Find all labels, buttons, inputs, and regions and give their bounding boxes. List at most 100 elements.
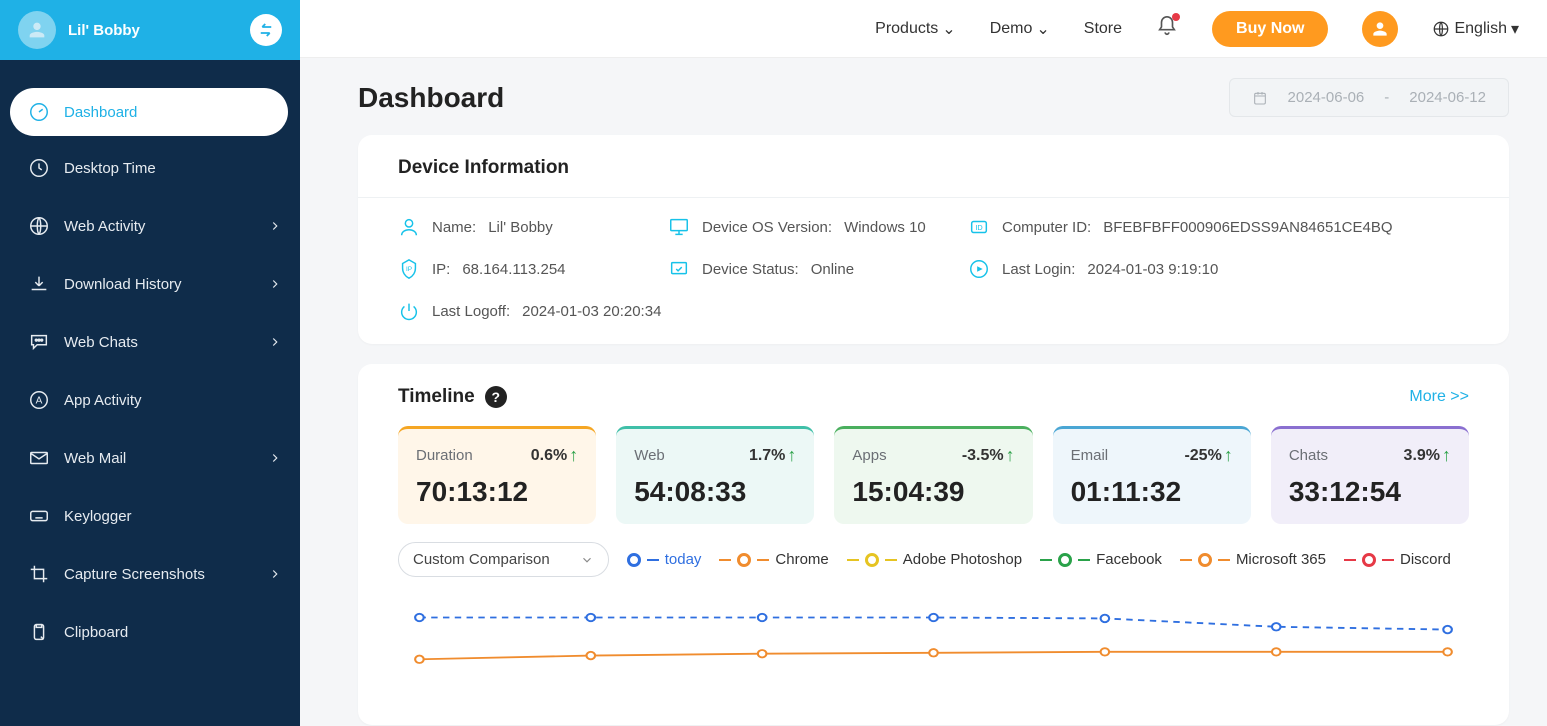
power-icon — [398, 300, 420, 322]
dropdown-label: Custom Comparison — [413, 551, 550, 568]
sidebar-item-download-history[interactable]: Download History — [0, 258, 300, 310]
topbar: Products ⌄ Demo ⌄ Store Buy Now English … — [300, 0, 1547, 58]
device-status: Device Status: Online — [668, 258, 958, 280]
content: Dashboard 2024-06-06 - 2024-06-12 Device… — [300, 58, 1547, 726]
legend-ms365[interactable]: Microsoft 365 — [1180, 551, 1326, 568]
stat-apps[interactable]: Apps-3.5% ↑ 15:04:39 — [834, 426, 1032, 524]
sidebar-item-clipboard[interactable]: Clipboard — [0, 606, 300, 658]
sidebar-item-keylogger[interactable]: Keylogger — [0, 490, 300, 542]
sidebar-item-label: Web Mail — [64, 450, 254, 467]
crop-icon — [28, 563, 50, 585]
main: Products ⌄ Demo ⌄ Store Buy Now English … — [300, 0, 1547, 726]
label: Computer ID: — [1002, 219, 1091, 236]
sidebar-item-label: Web Activity — [64, 218, 254, 235]
date-range-picker[interactable]: 2024-06-06 - 2024-06-12 — [1229, 78, 1509, 117]
stat-duration[interactable]: Duration 0.6% ↑ 70:13:12 — [398, 426, 596, 524]
stat-email[interactable]: Email-25% ↑ 01:11:32 — [1053, 426, 1251, 524]
arrow-up-icon: ↑ — [1442, 445, 1451, 466]
gauge-icon — [28, 101, 50, 123]
sidebar-item-label: Web Chats — [64, 334, 254, 351]
sidebar: Lil' Bobby Dashboard Desktop Time Web Ac… — [0, 0, 300, 726]
stat-chats[interactable]: Chats3.9% ↑ 33:12:54 — [1271, 426, 1469, 524]
device-last-login: Last Login: 2024-01-03 9:19:10 — [968, 258, 1469, 280]
account-button[interactable] — [1362, 11, 1398, 47]
stat-name: Email — [1071, 447, 1109, 464]
app-icon: A — [28, 389, 50, 411]
nav-label: Products — [875, 20, 938, 38]
chevron-right-icon — [268, 219, 282, 233]
sidebar-item-web-activity[interactable]: Web Activity — [0, 200, 300, 252]
stat-pct: 0.6% — [531, 447, 567, 465]
label: IP: — [432, 261, 450, 278]
current-user-name: Lil' Bobby — [68, 22, 238, 39]
legend-label: Facebook — [1096, 551, 1162, 568]
ip-icon: IP — [398, 258, 420, 280]
date-from: 2024-06-06 — [1288, 89, 1365, 106]
legend-discord[interactable]: Discord — [1344, 551, 1451, 568]
stat-pct: -3.5% — [962, 447, 1004, 465]
stat-name: Duration — [416, 447, 473, 464]
sidebar-item-label: Dashboard — [64, 104, 270, 121]
stat-web[interactable]: Web1.7% ↑ 54:08:33 — [616, 426, 814, 524]
chevron-right-icon — [268, 335, 282, 349]
clock-icon — [28, 157, 50, 179]
chevron-down-icon: ⌄ — [1036, 19, 1049, 39]
label: Device Status: — [702, 261, 799, 278]
id-icon: ID — [968, 216, 990, 238]
help-icon[interactable]: ? — [485, 386, 507, 408]
stat-pct: 3.9% — [1404, 447, 1440, 465]
chevron-right-icon — [268, 277, 282, 291]
svg-text:ID: ID — [975, 223, 982, 232]
stat-name: Chats — [1289, 447, 1328, 464]
nav-demo[interactable]: Demo ⌄ — [990, 19, 1050, 39]
more-link[interactable]: More >> — [1409, 388, 1469, 406]
legend-chrome[interactable]: Chrome — [719, 551, 828, 568]
play-icon — [968, 258, 990, 280]
sidebar-item-desktop-time[interactable]: Desktop Time — [0, 142, 300, 194]
sidebar-item-web-chats[interactable]: Web Chats — [0, 316, 300, 368]
legend-facebook[interactable]: Facebook — [1040, 551, 1162, 568]
stat-name: Web — [634, 447, 665, 464]
nav-store[interactable]: Store — [1084, 20, 1122, 38]
value: BFEBFBFF000906EDSS9AN84651CE4BQ — [1103, 219, 1392, 236]
label: Last Logoff: — [432, 303, 510, 320]
chevron-down-icon — [580, 553, 594, 567]
swap-account-button[interactable] — [250, 14, 282, 46]
nav-label: Store — [1084, 20, 1122, 38]
language-dropdown[interactable]: English ▾ — [1432, 19, 1519, 39]
stat-value: 54:08:33 — [634, 476, 796, 508]
sidebar-item-label: App Activity — [64, 392, 282, 409]
legend-photoshop[interactable]: Adobe Photoshop — [847, 551, 1022, 568]
card-title: Timeline — [398, 386, 475, 408]
value: Online — [811, 261, 854, 278]
sidebar-item-label: Capture Screenshots — [64, 566, 254, 583]
value: 2024-01-03 20:20:34 — [522, 303, 661, 320]
sidebar-item-capture-screenshots[interactable]: Capture Screenshots — [0, 548, 300, 600]
globe-icon — [1432, 20, 1450, 38]
arrow-up-icon: ↑ — [569, 445, 578, 466]
sidebar-item-web-mail[interactable]: Web Mail — [0, 432, 300, 484]
label: Name: — [432, 219, 476, 236]
legend-today[interactable]: today — [627, 551, 702, 568]
device-os: Device OS Version: Windows 10 — [668, 216, 958, 238]
stat-value: 01:11:32 — [1071, 476, 1233, 508]
chevron-right-icon — [268, 451, 282, 465]
sidebar-item-label: Keylogger — [64, 508, 282, 525]
date-to: 2024-06-12 — [1409, 89, 1486, 106]
comparison-dropdown[interactable]: Custom Comparison — [398, 542, 609, 577]
sidebar-item-dashboard[interactable]: Dashboard — [10, 88, 288, 136]
device-ip: IP IP: 68.164.113.254 — [398, 258, 658, 280]
stat-value: 70:13:12 — [416, 476, 578, 508]
stat-pct: -25% — [1184, 447, 1221, 465]
language-label: English — [1454, 20, 1506, 38]
sidebar-item-app-activity[interactable]: A App Activity — [0, 374, 300, 426]
sidebar-nav: Dashboard Desktop Time Web Activity Down… — [0, 60, 300, 658]
label: Device OS Version: — [702, 219, 832, 236]
download-icon — [28, 273, 50, 295]
sidebar-item-label: Desktop Time — [64, 160, 282, 177]
notifications-button[interactable] — [1156, 15, 1178, 42]
buy-now-button[interactable]: Buy Now — [1212, 11, 1328, 47]
value: 2024-01-03 9:19:10 — [1087, 261, 1218, 278]
nav-products[interactable]: Products ⌄ — [875, 19, 956, 39]
label: Last Login: — [1002, 261, 1075, 278]
